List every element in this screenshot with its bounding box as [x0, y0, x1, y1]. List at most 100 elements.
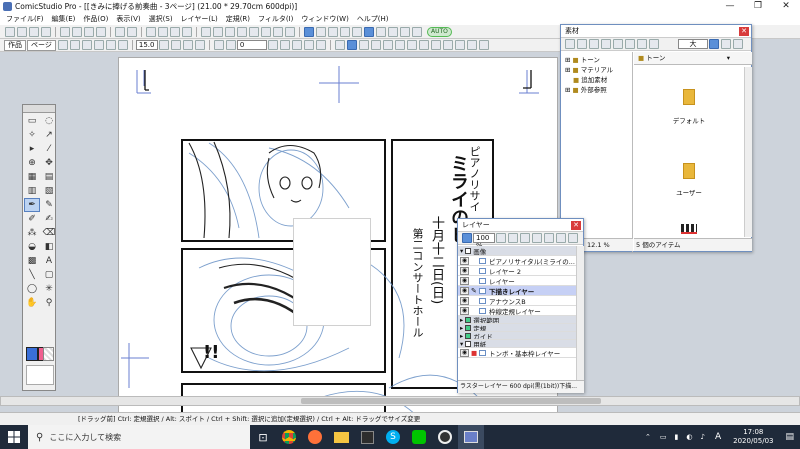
layer-group-guide[interactable]: ▸ ガイド: [458, 332, 576, 340]
grid-icon[interactable]: [400, 26, 410, 37]
select-pen-icon[interactable]: ↗: [42, 129, 56, 141]
list-view-icon[interactable]: [709, 39, 719, 49]
eye-icon[interactable]: ◉: [460, 256, 469, 265]
flip-v-icon[interactable]: [303, 40, 314, 50]
invert-selection-icon[interactable]: [158, 26, 168, 37]
eye-icon[interactable]: ◉: [460, 306, 469, 315]
ruler-tool-icon[interactable]: ▤: [42, 171, 56, 183]
zoom-tool-icon[interactable]: ⊕: [25, 157, 39, 169]
snap-d-icon[interactable]: [370, 40, 381, 50]
effect-line-icon[interactable]: ✳: [42, 283, 56, 295]
minimize-button[interactable]: —: [716, 0, 744, 13]
snap-j-icon[interactable]: [442, 40, 453, 50]
lasso-icon[interactable]: ◌: [42, 115, 56, 127]
balloon-icon[interactable]: ◯: [25, 283, 39, 295]
snap-g-icon[interactable]: [406, 40, 417, 50]
shape-tool-icon[interactable]: ▢: [42, 269, 56, 281]
checkbox[interactable]: [465, 324, 472, 331]
tool-d-icon[interactable]: [237, 26, 247, 37]
folder-user[interactable]: ユーザー: [634, 145, 744, 215]
rotate-left-icon[interactable]: [213, 40, 224, 50]
layer-mode-icon[interactable]: [462, 233, 472, 243]
checker-tone-icon[interactable]: [681, 224, 697, 234]
line-tool-icon[interactable]: ╲: [25, 269, 39, 281]
menu-select[interactable]: 選択(S): [145, 14, 177, 24]
eye-icon[interactable]: ◉: [460, 276, 469, 285]
rotate-right-icon[interactable]: [225, 40, 236, 50]
menu-layer[interactable]: レイヤー(L): [177, 14, 222, 24]
layer-group-paper[interactable]: ▾ 用紙: [458, 340, 576, 348]
page-e-icon[interactable]: [105, 40, 116, 50]
layer-icon[interactable]: [304, 26, 314, 37]
menu-filter[interactable]: フィルタ(I): [254, 14, 297, 24]
thumb-view-icon[interactable]: [733, 39, 743, 49]
delete-icon[interactable]: [96, 26, 106, 37]
page-c-icon[interactable]: [81, 40, 92, 50]
page-d-icon[interactable]: [93, 40, 104, 50]
page-b-icon[interactable]: [69, 40, 80, 50]
eraser-icon[interactable]: ⌫: [42, 227, 56, 239]
material-tool-a-icon[interactable]: [565, 39, 575, 49]
windows-start-button[interactable]: [0, 425, 28, 449]
gradient-icon[interactable]: ◧: [42, 241, 56, 253]
object-select-icon[interactable]: ▸: [25, 143, 39, 155]
pen-icon[interactable]: ✒: [24, 198, 40, 212]
line-icon[interactable]: [406, 425, 432, 449]
menu-help[interactable]: ヘルプ(H): [353, 14, 393, 24]
snap-m-icon[interactable]: [478, 40, 489, 50]
layer-group-selection[interactable]: ▸ 選択範囲: [458, 316, 576, 324]
material-tool-b-icon[interactable]: [577, 39, 587, 49]
tab-work[interactable]: 作品: [4, 39, 26, 51]
snap-b-icon[interactable]: [346, 40, 357, 50]
tool-palette-titlebar[interactable]: [23, 105, 55, 113]
tone-icon[interactable]: ▩: [25, 255, 39, 267]
grid-tool-icon[interactable]: ▧: [42, 185, 56, 197]
tree-item-additional[interactable]: ■ 追加素材: [565, 75, 628, 85]
history-icon[interactable]: [352, 26, 362, 37]
view-a-icon[interactable]: [158, 40, 169, 50]
deselect-icon[interactable]: [146, 26, 156, 37]
select-all-icon[interactable]: [170, 26, 180, 37]
explorer-icon[interactable]: [328, 425, 354, 449]
menu-window[interactable]: ウィンドウ(W): [297, 14, 352, 24]
eyedropper-icon[interactable]: ⁄: [42, 143, 56, 155]
snap-a-icon[interactable]: [334, 40, 345, 50]
layer-tool-c-icon[interactable]: [556, 233, 566, 243]
property-icon[interactable]: [340, 26, 350, 37]
notification-center-icon[interactable]: ▤: [785, 432, 794, 442]
tab-page[interactable]: ページ: [27, 39, 56, 51]
eye-icon[interactable]: ◉: [460, 266, 469, 275]
snap-k-icon[interactable]: [454, 40, 465, 50]
layer-row[interactable]: ◉ ■ トンボ・基本枠レイヤー: [458, 348, 576, 358]
snap-h-icon[interactable]: [418, 40, 429, 50]
ruler-icon[interactable]: [412, 26, 422, 37]
tree-item-material[interactable]: ⊞ ■ マテリアル: [565, 65, 628, 75]
new-layer-icon[interactable]: [520, 233, 530, 243]
menu-work[interactable]: 作品(O): [79, 14, 112, 24]
angle-step-icon[interactable]: [267, 40, 278, 50]
magnifier-icon[interactable]: ⚲: [42, 297, 56, 309]
network-icon[interactable]: ◐: [686, 433, 692, 441]
tool-f-icon[interactable]: [261, 26, 271, 37]
menu-edit[interactable]: 編集(E): [48, 14, 80, 24]
trash-icon[interactable]: [532, 233, 542, 243]
tool-g-icon[interactable]: [273, 26, 283, 37]
print-icon[interactable]: [41, 26, 51, 37]
copy-icon[interactable]: [72, 26, 82, 37]
layer-opacity-field[interactable]: 100 %: [473, 233, 495, 250]
eye-icon[interactable]: ◉: [460, 286, 469, 295]
transparent-color-swatch[interactable]: [43, 347, 54, 361]
bucket-icon[interactable]: ◒: [25, 241, 39, 253]
hand-icon[interactable]: ✋: [25, 297, 39, 309]
task-view-icon[interactable]: ⊡: [250, 425, 276, 449]
menu-ruler[interactable]: 定規(R): [222, 14, 254, 24]
material-tool-d-icon[interactable]: [601, 39, 611, 49]
snap-i-icon[interactable]: [430, 40, 441, 50]
eye-icon[interactable]: ◉: [460, 296, 469, 305]
view-d-icon[interactable]: [194, 40, 205, 50]
layer-tool-b-icon[interactable]: [544, 233, 554, 243]
navigator-icon[interactable]: [328, 26, 338, 37]
notify-icon[interactable]: ▭: [660, 433, 667, 441]
flip-h-icon[interactable]: [291, 40, 302, 50]
new-folder-icon[interactable]: [508, 233, 518, 243]
